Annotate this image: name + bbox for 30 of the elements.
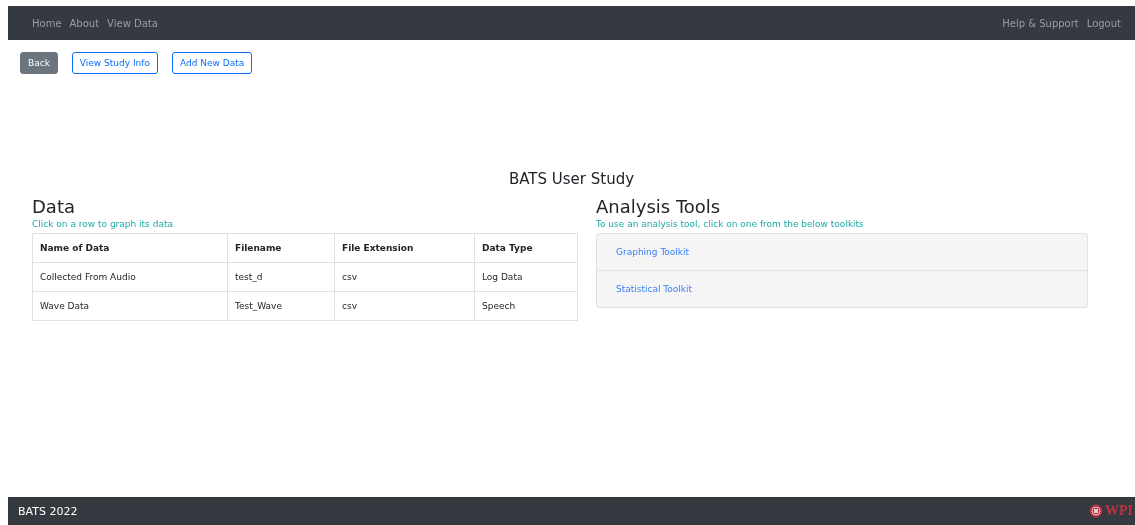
toolkit-link[interactable]: Graphing Toolkit <box>616 247 690 257</box>
table-cell[interactable]: Wave Data <box>32 291 228 321</box>
action-button[interactable]: Add New Data <box>171 52 253 74</box>
table-cell[interactable]: csv <box>334 291 475 321</box>
section-heading: Analysis Tools <box>596 196 722 217</box>
column-header: Name of Data <box>32 233 228 263</box>
nav-link[interactable]: Logout <box>1086 17 1121 29</box>
table-cell[interactable]: csv <box>334 262 475 292</box>
footer-text: BATS 2022 <box>18 504 78 518</box>
seal-icon <box>1089 504 1103 518</box>
table-cell[interactable]: Log Data <box>474 262 578 292</box>
column-header: Filename <box>227 233 335 263</box>
toolkit-link[interactable]: Statistical Toolkit <box>616 284 693 294</box>
table-cell[interactable]: Test_Wave <box>227 291 335 321</box>
action-button[interactable]: View Study Info <box>71 52 158 74</box>
column-header: Data Type <box>474 233 578 263</box>
page-title: BATS User Study <box>507 170 636 188</box>
hint-text: To use an analysis tool, click on one from the below toolkits <box>596 219 865 229</box>
nav-link[interactable]: Home <box>32 17 62 29</box>
nav-link[interactable]: View Data <box>107 17 158 29</box>
table-cell[interactable]: Collected From Audio <box>32 262 228 292</box>
nav-link[interactable]: Help & Support <box>1002 17 1079 29</box>
column-header: File Extension <box>334 233 475 263</box>
hint-text: Click on a row to graph its data <box>32 219 174 229</box>
section-heading: Data <box>32 196 76 217</box>
table-cell[interactable]: test_d <box>227 262 335 292</box>
logo-text: WPI <box>1105 503 1134 519</box>
table-cell[interactable]: Speech <box>474 291 578 321</box>
action-button[interactable]: Back <box>20 52 58 74</box>
nav-link[interactable]: About <box>69 17 100 29</box>
